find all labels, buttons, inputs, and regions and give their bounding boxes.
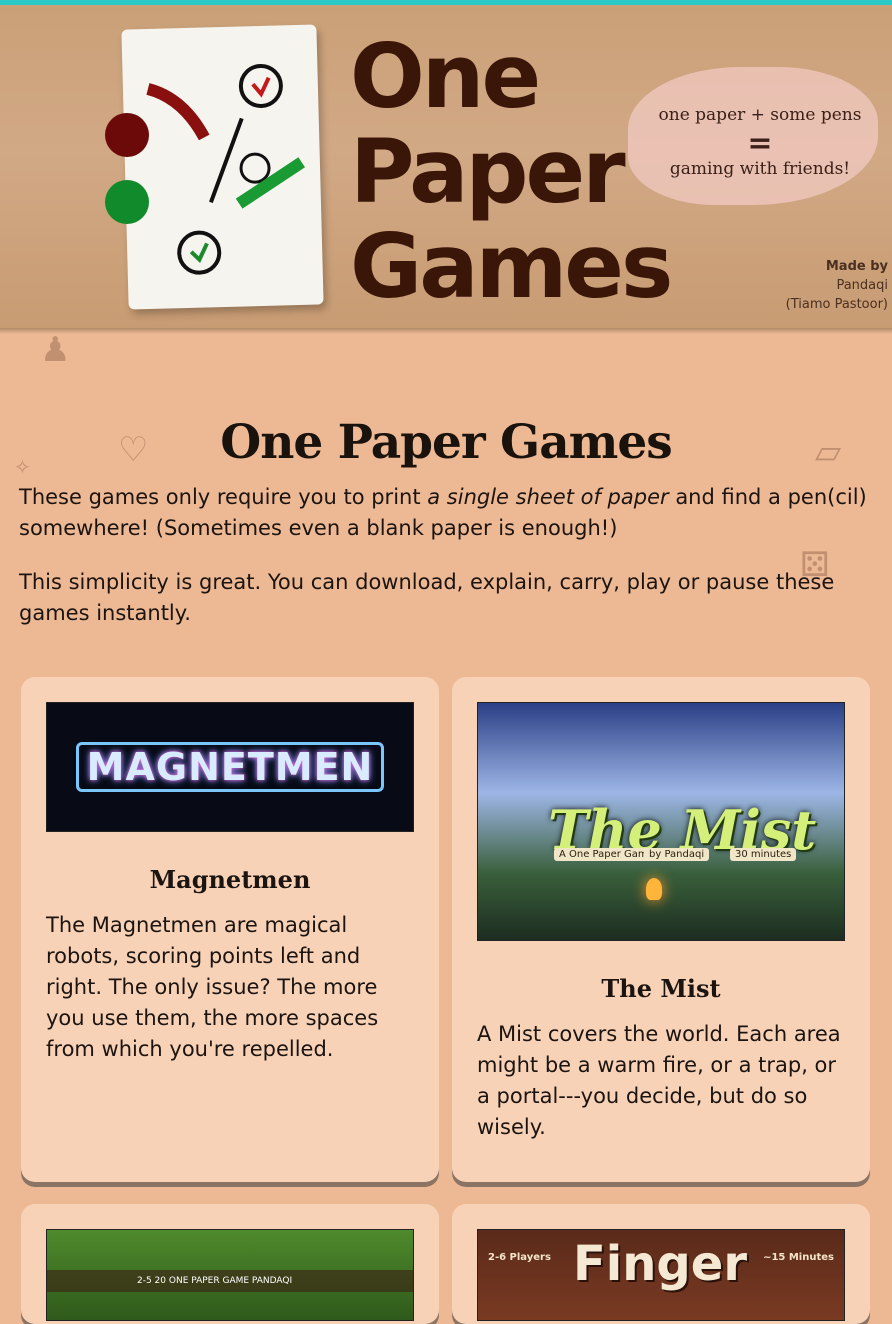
made-by-credit: Made by Pandaqi (Tiamo Pastoor) xyxy=(786,257,888,314)
game-card-the-mist[interactable]: The Mist A One Paper Game by Pandaqi 30 … xyxy=(452,677,870,1182)
game-card-magnetmen[interactable]: MAGNETMEN Magnetmen The Magnetmen are ma… xyxy=(21,677,439,1182)
header-banner: One Paper Games one paper + some pens = … xyxy=(0,5,892,328)
red-dot-icon xyxy=(105,113,149,157)
the-mist-thumbnail[interactable]: The Mist A One Paper Game by Pandaqi 30 … xyxy=(477,702,845,941)
game-card-finger[interactable]: 2-6 Players Finger ~15 Minutes xyxy=(452,1204,870,1324)
intro-text-emphasis: a single sheet of paper xyxy=(427,485,669,509)
made-by-name: Pandaqi xyxy=(836,278,888,293)
intro-paragraph-2: This simplicity is great. You can downlo… xyxy=(19,570,835,625)
paper-doodles-icon xyxy=(146,63,305,275)
campfire-icon xyxy=(646,878,662,900)
the-mist-author-label: by Pandaqi xyxy=(644,848,710,861)
finger-game-thumbnail[interactable]: 2-6 Players Finger ~15 Minutes xyxy=(477,1229,845,1321)
made-by-author: (Tiamo Pastoor) xyxy=(785,297,888,312)
game-card-forest[interactable]: 2-5 20 ONE PAPER GAME PANDAQI xyxy=(21,1204,439,1324)
card-title-magnetmen[interactable]: Magnetmen xyxy=(21,865,439,894)
magnetmen-thumbnail[interactable]: MAGNETMEN xyxy=(46,702,414,832)
logo-line-one: One xyxy=(350,25,541,128)
tagline-top: one paper + some pens xyxy=(658,105,862,125)
finger-players-label: 2-6 Players xyxy=(488,1252,551,1263)
finger-logo: Finger xyxy=(573,1236,747,1292)
logo-line-games: Games xyxy=(350,215,673,318)
pawn-doodle-icon: ♟ xyxy=(40,330,71,370)
card-description-magnetmen: The Magnetmen are magical robots, scorin… xyxy=(46,913,379,1061)
forest-game-thumbnail[interactable]: 2-5 20 ONE PAPER GAME PANDAQI xyxy=(46,1229,414,1321)
card-description-the-mist: A Mist covers the world. Each area might… xyxy=(477,1022,841,1139)
finger-duration-label: ~15 Minutes xyxy=(763,1252,834,1263)
intro-text-start: These games only require you to print xyxy=(19,485,428,509)
intro-paragraph-1: These games only require you to print a … xyxy=(19,482,879,544)
tagline-bottom: gaming with friends! xyxy=(669,159,851,179)
green-dot-icon xyxy=(105,180,149,224)
card-title-the-mist[interactable]: The Mist xyxy=(452,974,870,1003)
paper-illustration xyxy=(121,24,324,310)
made-by-label: Made by xyxy=(825,259,888,274)
magnetmen-logo: MAGNETMEN xyxy=(75,742,385,792)
the-mist-duration-label: 30 minutes xyxy=(730,848,797,861)
tagline-equals: = xyxy=(747,126,773,161)
page-title: One Paper Games xyxy=(220,415,673,470)
banner-shadow xyxy=(0,328,892,334)
forest-game-info-strip: 2-5 20 ONE PAPER GAME PANDAQI xyxy=(47,1270,413,1292)
logo-line-paper: Paper xyxy=(350,120,626,223)
